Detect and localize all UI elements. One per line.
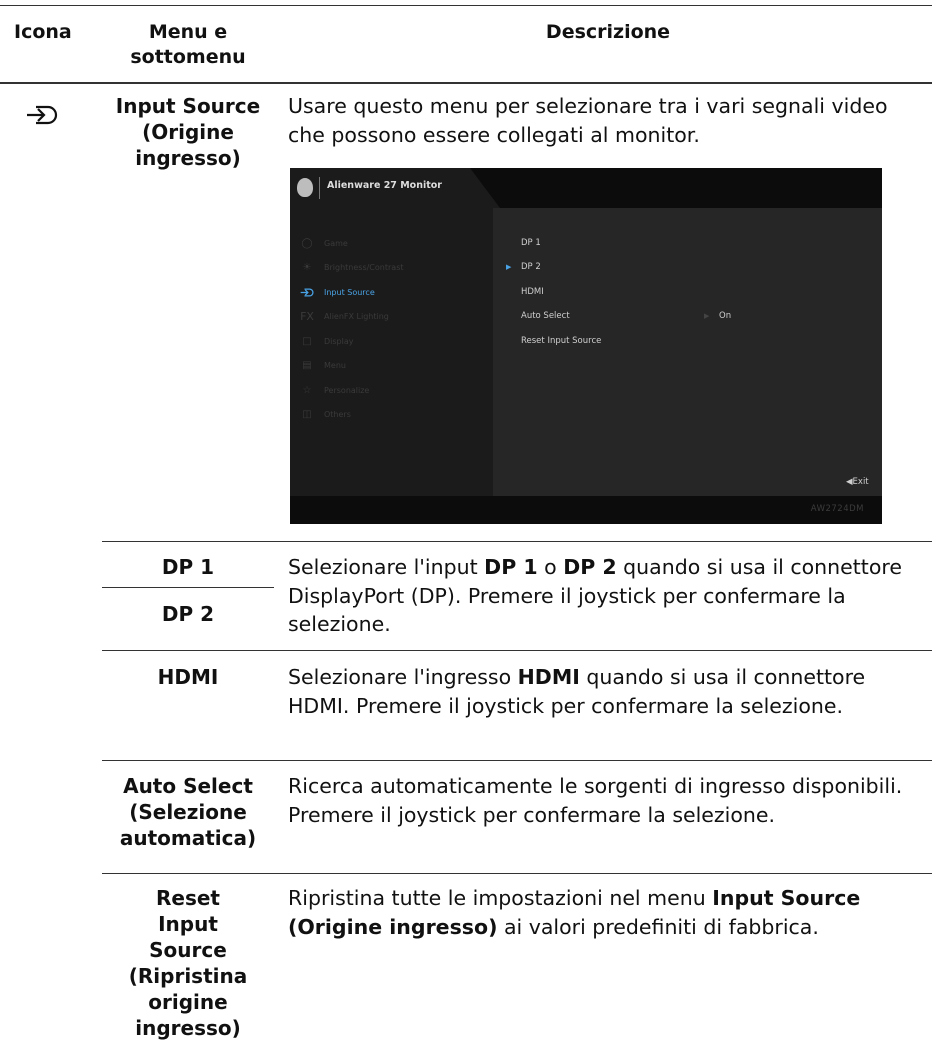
display-icon: □ <box>302 335 312 347</box>
osd-nav-label: Input Source <box>324 287 375 297</box>
menu-icon: ▤ <box>302 359 312 371</box>
desc-auto-select: Ricerca automaticamente le sorgenti di i… <box>288 774 903 827</box>
desc-dp: Selezionare l'input DP 1 o DP 2 quando s… <box>288 555 902 636</box>
osd-exit-label: Exit <box>852 477 869 487</box>
osd-auto-select-value[interactable]: On <box>719 311 731 321</box>
osd-nav-others[interactable]: ◫ Others <box>298 406 351 422</box>
value-arrow-icon: ▶ <box>704 312 710 320</box>
selected-arrow-icon: ▶ <box>506 263 512 271</box>
osd-title-tab: Alienware 27 Monitor <box>290 168 500 208</box>
osd-submenu-dp1[interactable]: DP 1 <box>521 238 541 248</box>
menu-reset-input-source: Reset Input Source (Ripristina origine i… <box>128 886 248 1040</box>
desc-reset: Ripristina tutte le impostazioni nel men… <box>288 886 861 939</box>
osd-nav-personalize[interactable]: ☆ Personalize <box>298 382 370 398</box>
osd-title-divider <box>319 177 320 199</box>
menu-hdmi: HDMI <box>157 665 219 689</box>
row-rule <box>102 760 932 761</box>
fx-icon: FX <box>300 309 314 323</box>
osd-nav-label: Display <box>324 336 354 346</box>
osd-screenshot: Alienware 27 Monitor ◯ Game ☀ Brightness… <box>290 168 882 524</box>
input-source-icon <box>298 285 316 299</box>
osd-nav-label: Game <box>324 238 348 248</box>
desc-hdmi: Selezionare l'ingresso HDMI quando si us… <box>288 665 866 718</box>
osd-model: AW2724DM <box>810 504 864 514</box>
osd-bottom-bar: AW2724DM <box>290 496 882 524</box>
osd-submenu-panel <box>493 208 882 496</box>
osd-nav-alienfx[interactable]: FX AlienFX Lighting <box>298 308 389 324</box>
menu-dp1: DP 1 <box>161 555 215 579</box>
osd-submenu-dp2[interactable]: DP 2 <box>521 262 541 272</box>
row-rule <box>102 873 932 874</box>
osd-nav-display[interactable]: □ Display <box>298 333 354 349</box>
osd-nav-menu[interactable]: ▤ Menu <box>298 357 346 373</box>
osd-nav-label: Others <box>324 409 351 419</box>
osd-nav-label: AlienFX Lighting <box>324 311 389 321</box>
gamepad-icon: ◯ <box>301 237 313 249</box>
row-rule <box>102 587 274 588</box>
input-source-icon <box>26 102 58 128</box>
row-rule <box>102 541 932 542</box>
star-icon: ☆ <box>302 384 312 396</box>
menu-dp2: DP 2 <box>161 602 215 626</box>
header-menu: Menu e sottomenu <box>130 21 246 68</box>
header-rule <box>0 82 932 84</box>
menu-auto-select: Auto Select (Selezione automatica) <box>119 774 257 850</box>
brightness-icon: ☀ <box>302 261 312 273</box>
top-rule <box>0 5 932 6</box>
header-icon: Icona <box>14 21 72 43</box>
osd-title: Alienware 27 Monitor <box>327 180 442 191</box>
row-rule <box>102 650 932 651</box>
osd-exit-button[interactable]: ◀Exit <box>846 477 869 487</box>
osd-nav-brightness[interactable]: ☀ Brightness/Contrast <box>298 259 404 275</box>
alienware-logo-icon <box>297 178 313 197</box>
osd-submenu-reset[interactable]: Reset Input Source <box>521 336 601 346</box>
osd-submenu-auto-select[interactable]: Auto Select <box>521 311 570 321</box>
header-description: Descrizione <box>545 21 671 43</box>
osd-nav-label: Brightness/Contrast <box>324 262 404 272</box>
osd-nav-game[interactable]: ◯ Game <box>298 235 348 251</box>
osd-nav-label: Personalize <box>324 385 370 395</box>
info-icon: ◫ <box>302 408 312 420</box>
menu-input-source: Input Source (Origine ingresso) <box>115 94 261 170</box>
osd-nav-input-source[interactable]: Input Source <box>298 284 375 300</box>
osd-nav-label: Menu <box>324 360 346 370</box>
osd-submenu-hdmi[interactable]: HDMI <box>521 287 544 297</box>
desc-input-source: Usare questo menu per selezionare tra i … <box>288 94 888 147</box>
